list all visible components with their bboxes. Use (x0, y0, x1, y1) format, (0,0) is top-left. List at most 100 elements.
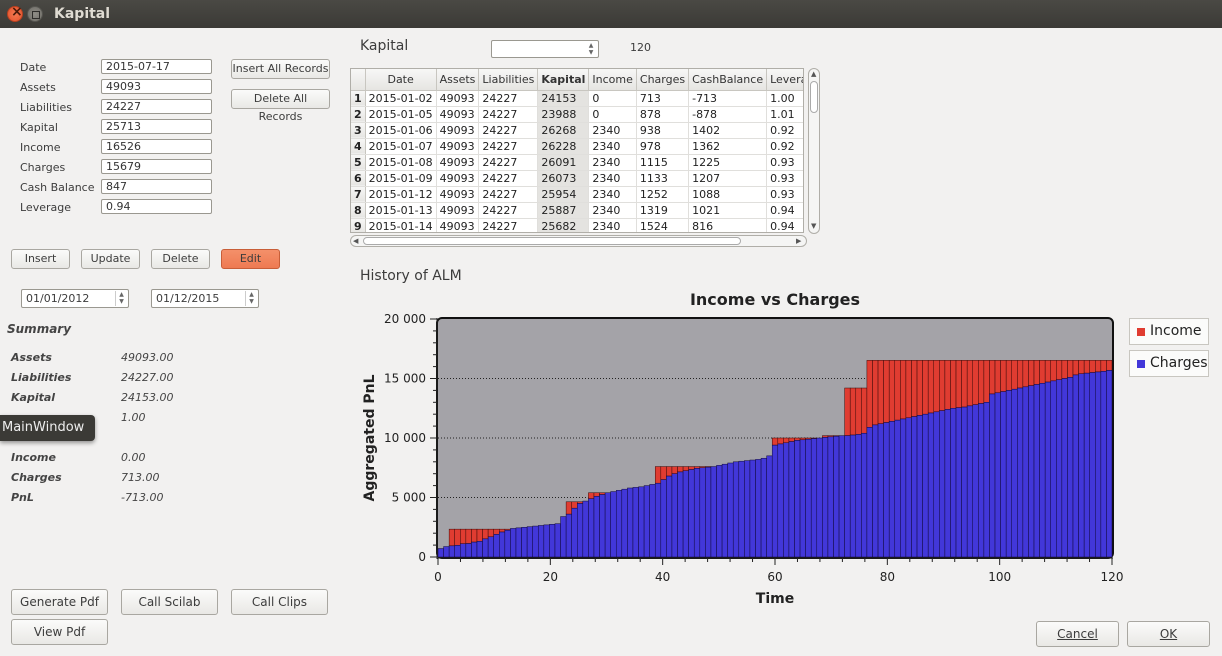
insert-button[interactable]: Insert (11, 249, 70, 269)
table-cell[interactable]: 2015-01-07 (365, 138, 437, 155)
cancel-button[interactable]: Cancel (1036, 621, 1119, 647)
table-cell[interactable]: 0.92 (766, 138, 803, 155)
table-horizontal-scrollbar[interactable]: ◀ ▶ (350, 235, 807, 247)
table-cell[interactable]: 49093 (436, 218, 480, 232)
close-icon[interactable] (7, 4, 23, 22)
table-cell[interactable]: 2340 (588, 170, 637, 187)
table-cell[interactable]: 0.93 (766, 170, 803, 187)
row-header[interactable]: 7 (351, 186, 366, 203)
table-cell[interactable]: 24227 (478, 154, 539, 171)
table-cell[interactable]: 25954 (537, 186, 590, 203)
scroll-up-icon[interactable]: ▲ (811, 70, 816, 78)
column-header[interactable]: Assets (436, 69, 480, 91)
scroll-down-icon[interactable]: ▼ (811, 222, 816, 230)
table-cell[interactable]: 2340 (588, 186, 637, 203)
table-cell[interactable]: -878 (688, 106, 768, 123)
table-cell[interactable]: 713 (636, 90, 690, 107)
table-cell[interactable]: 0.92 (766, 122, 803, 139)
scroll-left-icon[interactable]: ◀ (353, 237, 358, 245)
table-cell[interactable]: 1115 (636, 154, 690, 171)
table-cell[interactable]: 26091 (537, 154, 590, 171)
table-cell[interactable]: 2340 (588, 202, 637, 219)
table-cell[interactable]: 49093 (436, 154, 480, 171)
row-header[interactable]: 6 (351, 170, 366, 187)
table-row[interactable]: 6 2015-01-09 49093 24227 26073 2340 1133… (351, 170, 803, 187)
table-cell[interactable]: 1225 (688, 154, 768, 171)
date-to-spinbox[interactable]: 01/12/2015 ▲ ▼ (151, 289, 259, 308)
table-cell[interactable]: 2015-01-02 (365, 90, 437, 107)
combo-arrows-icon[interactable]: ▲ ▼ (585, 42, 597, 56)
table-cell[interactable]: 2015-01-05 (365, 106, 437, 123)
income-field[interactable]: 16526 (101, 139, 212, 154)
column-header[interactable]: Date (365, 69, 437, 91)
table-cell[interactable]: 1088 (688, 186, 768, 203)
table-cell[interactable]: 2340 (588, 138, 637, 155)
table-cell[interactable]: 49093 (436, 202, 480, 219)
table-cell[interactable]: 2015-01-12 (365, 186, 437, 203)
table-cell[interactable]: 1252 (636, 186, 690, 203)
table-cell[interactable]: 1402 (688, 122, 768, 139)
column-header[interactable]: Kapital (537, 69, 590, 91)
delete-button[interactable]: Delete (151, 249, 210, 269)
table-cell[interactable]: 2340 (588, 218, 637, 232)
table-cell[interactable]: 49093 (436, 106, 480, 123)
table-cell[interactable]: 49093 (436, 138, 480, 155)
table-cell[interactable]: 1.01 (766, 106, 803, 123)
table-row[interactable]: 1 2015-01-02 49093 24227 24153 0 713 -71… (351, 90, 803, 107)
view-pdf-button[interactable]: View Pdf (11, 619, 108, 645)
table-row[interactable]: 2 2015-01-05 49093 24227 23988 0 878 -87… (351, 106, 803, 123)
table-cell[interactable]: 24227 (478, 202, 539, 219)
table-cell[interactable]: 24227 (478, 218, 539, 232)
table-cell[interactable]: 26073 (537, 170, 590, 187)
table-row[interactable]: 8 2015-01-13 49093 24227 25887 2340 1319… (351, 202, 803, 219)
row-header[interactable]: 4 (351, 138, 366, 155)
table-cell[interactable]: 2015-01-06 (365, 122, 437, 139)
table-cell[interactable]: 0 (588, 106, 637, 123)
scroll-right-icon[interactable]: ▶ (796, 237, 801, 245)
horizontal-scroll-thumb[interactable] (363, 237, 741, 245)
call-scilab-button[interactable]: Call Scilab (121, 589, 218, 615)
table-cell[interactable]: 25682 (537, 218, 590, 232)
table-cell[interactable]: 23988 (537, 106, 590, 123)
row-header[interactable]: 2 (351, 106, 366, 123)
table-cell[interactable]: 1021 (688, 202, 768, 219)
row-header[interactable]: 9 (351, 218, 366, 232)
column-header[interactable]: Levera (766, 69, 803, 91)
table-cell[interactable]: 2015-01-09 (365, 170, 437, 187)
table-cell[interactable]: 2340 (588, 154, 637, 171)
charges-field[interactable]: 15679 (101, 159, 212, 174)
table-cell[interactable]: 2015-01-14 (365, 218, 437, 232)
column-header[interactable]: Charges (636, 69, 690, 91)
table-combo[interactable]: ▲ ▼ (491, 40, 599, 58)
vertical-scroll-thumb[interactable] (810, 81, 818, 113)
column-header[interactable]: CashBalance (688, 69, 768, 91)
corner-header[interactable] (351, 69, 366, 91)
leverage-field[interactable]: 0.94 (101, 199, 212, 214)
maximize-icon[interactable] (27, 6, 43, 22)
table-cell[interactable]: 1133 (636, 170, 690, 187)
date-field[interactable]: 2015-07-17 (101, 59, 212, 74)
table-cell[interactable]: 1362 (688, 138, 768, 155)
cash-balance-field[interactable]: 847 (101, 179, 212, 194)
insert-all-records-button[interactable]: Insert All Records (231, 59, 330, 79)
table-cell[interactable]: 24227 (478, 106, 539, 123)
table-cell[interactable]: 0.94 (766, 218, 803, 232)
row-header[interactable]: 3 (351, 122, 366, 139)
row-header[interactable]: 8 (351, 202, 366, 219)
table-cell[interactable]: 26228 (537, 138, 590, 155)
update-button[interactable]: Update (81, 249, 140, 269)
table-cell[interactable]: 978 (636, 138, 690, 155)
table-cell[interactable]: 26268 (537, 122, 590, 139)
table-cell[interactable]: 1.00 (766, 90, 803, 107)
table-cell[interactable]: 0 (588, 90, 637, 107)
table-cell[interactable]: 0.93 (766, 154, 803, 171)
table-cell[interactable]: 49093 (436, 90, 480, 107)
table-cell[interactable]: 24227 (478, 90, 539, 107)
table-cell[interactable]: 24227 (478, 122, 539, 139)
table-cell[interactable]: 49093 (436, 170, 480, 187)
table-cell[interactable]: 49093 (436, 122, 480, 139)
call-clips-button[interactable]: Call Clips (231, 589, 328, 615)
delete-all-records-button[interactable]: Delete All Records (231, 89, 330, 123)
table-cell[interactable]: 49093 (436, 186, 480, 203)
edit-button[interactable]: Edit (221, 249, 280, 269)
